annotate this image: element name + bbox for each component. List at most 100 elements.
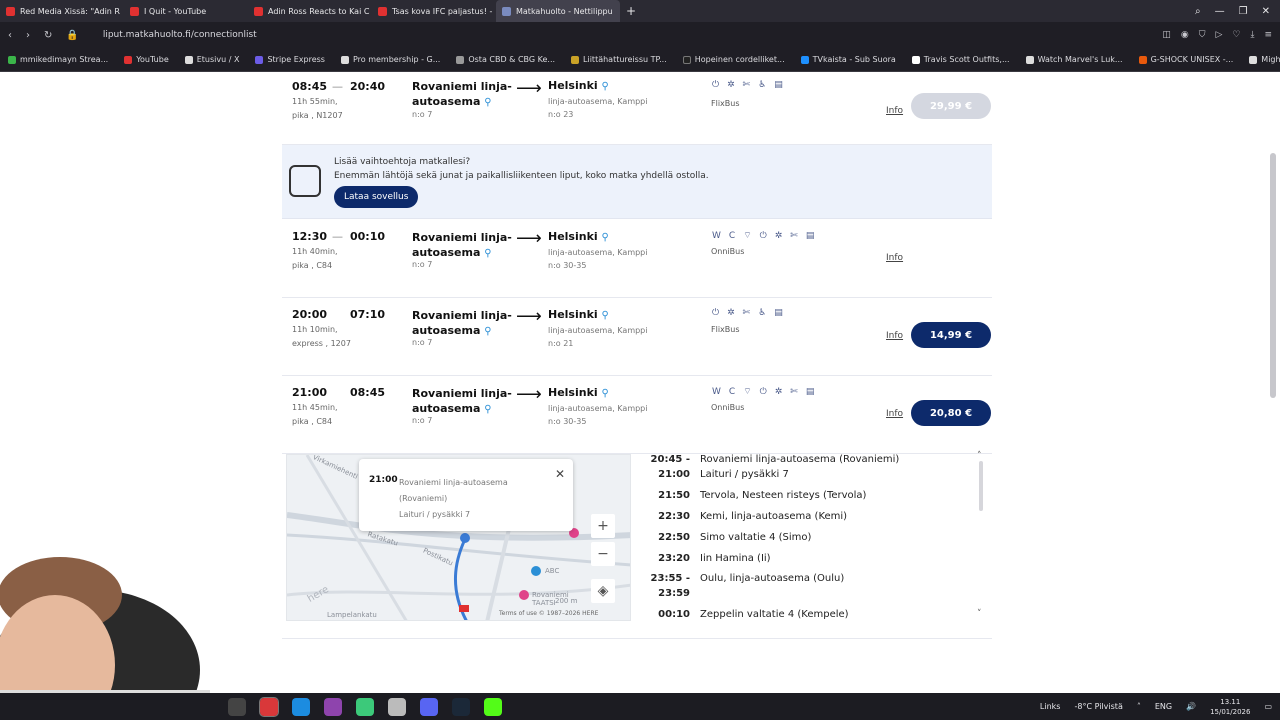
task-view-icon[interactable] — [228, 697, 246, 716]
colorful-app-icon[interactable] — [324, 697, 342, 716]
bookmark-item[interactable]: TVkaista - Sub Suora — [800, 55, 896, 64]
destination-stop: Helsinki ⚲ — [548, 230, 609, 243]
connection-row[interactable]: 08:45 — 20:40 11h 55min, pika , N1207 Rov… — [282, 73, 992, 145]
browser-tab[interactable]: Red Media Xissä: "Adin R — [0, 0, 124, 22]
bookmark-item[interactable]: Travis Scott Outfits,... — [911, 55, 1010, 64]
bookmark-item[interactable]: Watch Marvel's Luk... — [1025, 55, 1123, 64]
bookmark-item[interactable]: Mighty Ducks: Bank... — [1249, 55, 1280, 64]
map-pin-icon[interactable]: ⚲ — [484, 97, 491, 108]
map-pin-icon[interactable]: ⚲ — [602, 81, 609, 92]
browser-tab-active[interactable]: Matkahuolto - Nettilippu — [496, 0, 620, 22]
new-tab-button[interactable]: + — [620, 4, 642, 18]
download-icon[interactable]: ⤓ — [1250, 30, 1254, 40]
map-pin-icon[interactable]: ⚲ — [484, 248, 491, 259]
bookmark-item[interactable]: Liittähattureissu TP... — [571, 55, 667, 64]
reload-icon[interactable]: ↻ — [44, 30, 52, 41]
info-link[interactable]: Info — [886, 409, 903, 419]
search-icon[interactable]: ⌕ — [1195, 6, 1201, 17]
map-pin-icon[interactable]: ⚲ — [602, 232, 609, 243]
stop-list-scrollbar[interactable] — [979, 461, 983, 511]
tab-favicon-icon — [6, 6, 15, 16]
language-indicator[interactable]: ENG — [1155, 702, 1172, 711]
map-pin-icon[interactable]: ⚲ — [602, 388, 609, 399]
divider — [282, 638, 992, 639]
address-bar[interactable]: liput.matkahuolto.fi/connectionlist — [103, 30, 257, 40]
bookmark-item[interactable]: Stripe Express — [255, 55, 325, 64]
map-pin-icon[interactable]: ⚲ — [484, 326, 491, 337]
departure-time: 21:00 — [292, 386, 328, 399]
info-link[interactable]: Info — [886, 331, 903, 341]
destination-stop: Helsinki ⚲ — [548, 308, 609, 321]
price-button[interactable]: 20,80 € — [911, 400, 991, 426]
grey-app-icon[interactable] — [388, 697, 406, 716]
bookmark-item[interactable]: Osta CBD & CBG Ke... — [456, 55, 555, 64]
bookmark-icon — [682, 55, 691, 64]
clock[interactable]: 13.11 15/01/2026 — [1210, 697, 1250, 717]
connection-row[interactable]: 21:00 08:45 11h 45min, pika , C84 Rovanie… — [282, 376, 992, 454]
close-icon[interactable]: ✕ — [555, 467, 565, 481]
steam-icon[interactable] — [452, 697, 470, 716]
origin-platform: n:o 7 — [412, 260, 433, 269]
minimize-button[interactable]: — — [1215, 6, 1225, 17]
discord-icon[interactable] — [420, 697, 438, 716]
promo-title: Lisää vaihtoehtoja matkallesi? — [334, 157, 471, 167]
page-scrollbar[interactable] — [1270, 153, 1276, 398]
zoom-out-button[interactable]: − — [591, 542, 615, 566]
opera-icon[interactable] — [259, 696, 279, 717]
play-icon[interactable]: ▷ — [1215, 30, 1222, 40]
system-tray: Links -8°C Pilvistä ˄ ENG 🔊 13.11 15/01/… — [1040, 693, 1272, 720]
green-app-icon[interactable] — [356, 697, 374, 716]
destination-detail: linja-autoasema, Kamppi n:o 30-35 — [548, 404, 648, 426]
bookmark-item[interactable]: Etusivu / X — [184, 55, 239, 64]
back-icon[interactable]: ‹ — [8, 30, 12, 41]
route-map[interactable]: Virkamiehenti Ratakatu Postikatu Lampela… — [286, 454, 631, 621]
amenity-icons: WC⌔⏻✲✄▤ — [712, 231, 823, 241]
window-controls: ⌕ — ❐ ✕ — [1195, 6, 1280, 17]
connection-row[interactable]: 12:30 — 00:10 11h 40min, pika , C84 Rovan… — [282, 220, 992, 298]
maximize-button[interactable]: ❐ — [1239, 6, 1248, 17]
operator-name: OnniBus — [711, 247, 745, 256]
duration: 11h 40min, pika , C84 — [292, 247, 338, 270]
info-link[interactable]: Info — [886, 106, 903, 116]
camera-icon[interactable]: ◉ — [1181, 30, 1189, 40]
notification-icon[interactable]: ▭ — [1264, 702, 1272, 711]
map-pin-icon[interactable]: ⚲ — [602, 310, 609, 321]
screenshot-icon[interactable]: ◫ — [1162, 30, 1171, 40]
menu-icon[interactable]: ≡ — [1264, 30, 1272, 40]
close-button[interactable]: ✕ — [1262, 6, 1270, 17]
bookmark-item[interactable]: Pro membership - G... — [340, 55, 440, 64]
shield-icon[interactable]: ⛉ — [1199, 30, 1206, 40]
volume-icon[interactable]: 🔊 — [1186, 702, 1196, 711]
layers-icon[interactable]: ◈ — [591, 579, 615, 603]
bookmark-item[interactable]: G-SHOCK UNISEX -... — [1138, 55, 1233, 64]
chevron-up-icon[interactable]: ˄ — [977, 451, 982, 461]
chevron-down-icon[interactable]: ˅ — [977, 609, 982, 619]
edge-icon[interactable] — [292, 697, 310, 716]
origin-stop: Rovaniemi linja-autoasema ⚲ — [412, 387, 512, 415]
stop-item: 21:00 Laituri / pysäkki 7 — [658, 469, 789, 480]
price-button[interactable]: 14,99 € — [911, 322, 991, 348]
info-link[interactable]: Info — [886, 253, 903, 263]
kick-icon[interactable] — [484, 697, 502, 716]
stripe-icon — [255, 55, 264, 64]
map-credit[interactable]: Terms of use © 1987–2026 HERE — [499, 610, 598, 617]
browser-tab[interactable]: Adin Ross Reacts to Kai C — [248, 0, 372, 22]
heart-icon[interactable]: ♡ — [1232, 30, 1240, 40]
bookmark-item[interactable]: YouTube — [124, 55, 169, 64]
links-toolbar[interactable]: Links — [1040, 702, 1061, 711]
weather-widget[interactable]: -8°C Pilvistä — [1074, 702, 1122, 711]
bookmark-item[interactable]: mmikedimayn Strea... — [8, 55, 108, 64]
browser-tab[interactable]: Tsas kova IFC paljastus! - — [372, 0, 496, 22]
map-pin-icon[interactable]: ⚲ — [484, 404, 491, 415]
download-app-button[interactable]: Lataa sovellus — [334, 186, 419, 208]
forward-icon[interactable]: › — [26, 30, 30, 41]
browser-tab[interactable]: I Quit - YouTube — [124, 0, 248, 22]
chevron-up-icon[interactable]: ˄ — [1137, 702, 1141, 711]
price-button[interactable]: 29,99 € — [911, 93, 991, 119]
zoom-in-button[interactable]: + — [591, 514, 615, 538]
bookmark-item[interactable]: Hopeinen cordelliket... — [682, 55, 785, 64]
arrow-right-icon: ⟶ — [516, 78, 542, 99]
connection-row[interactable]: 20:00 07:10 11h 10min, express , 1207 Rov… — [282, 298, 992, 376]
bookmark-icon — [1249, 55, 1258, 64]
youtube-icon — [130, 6, 139, 16]
